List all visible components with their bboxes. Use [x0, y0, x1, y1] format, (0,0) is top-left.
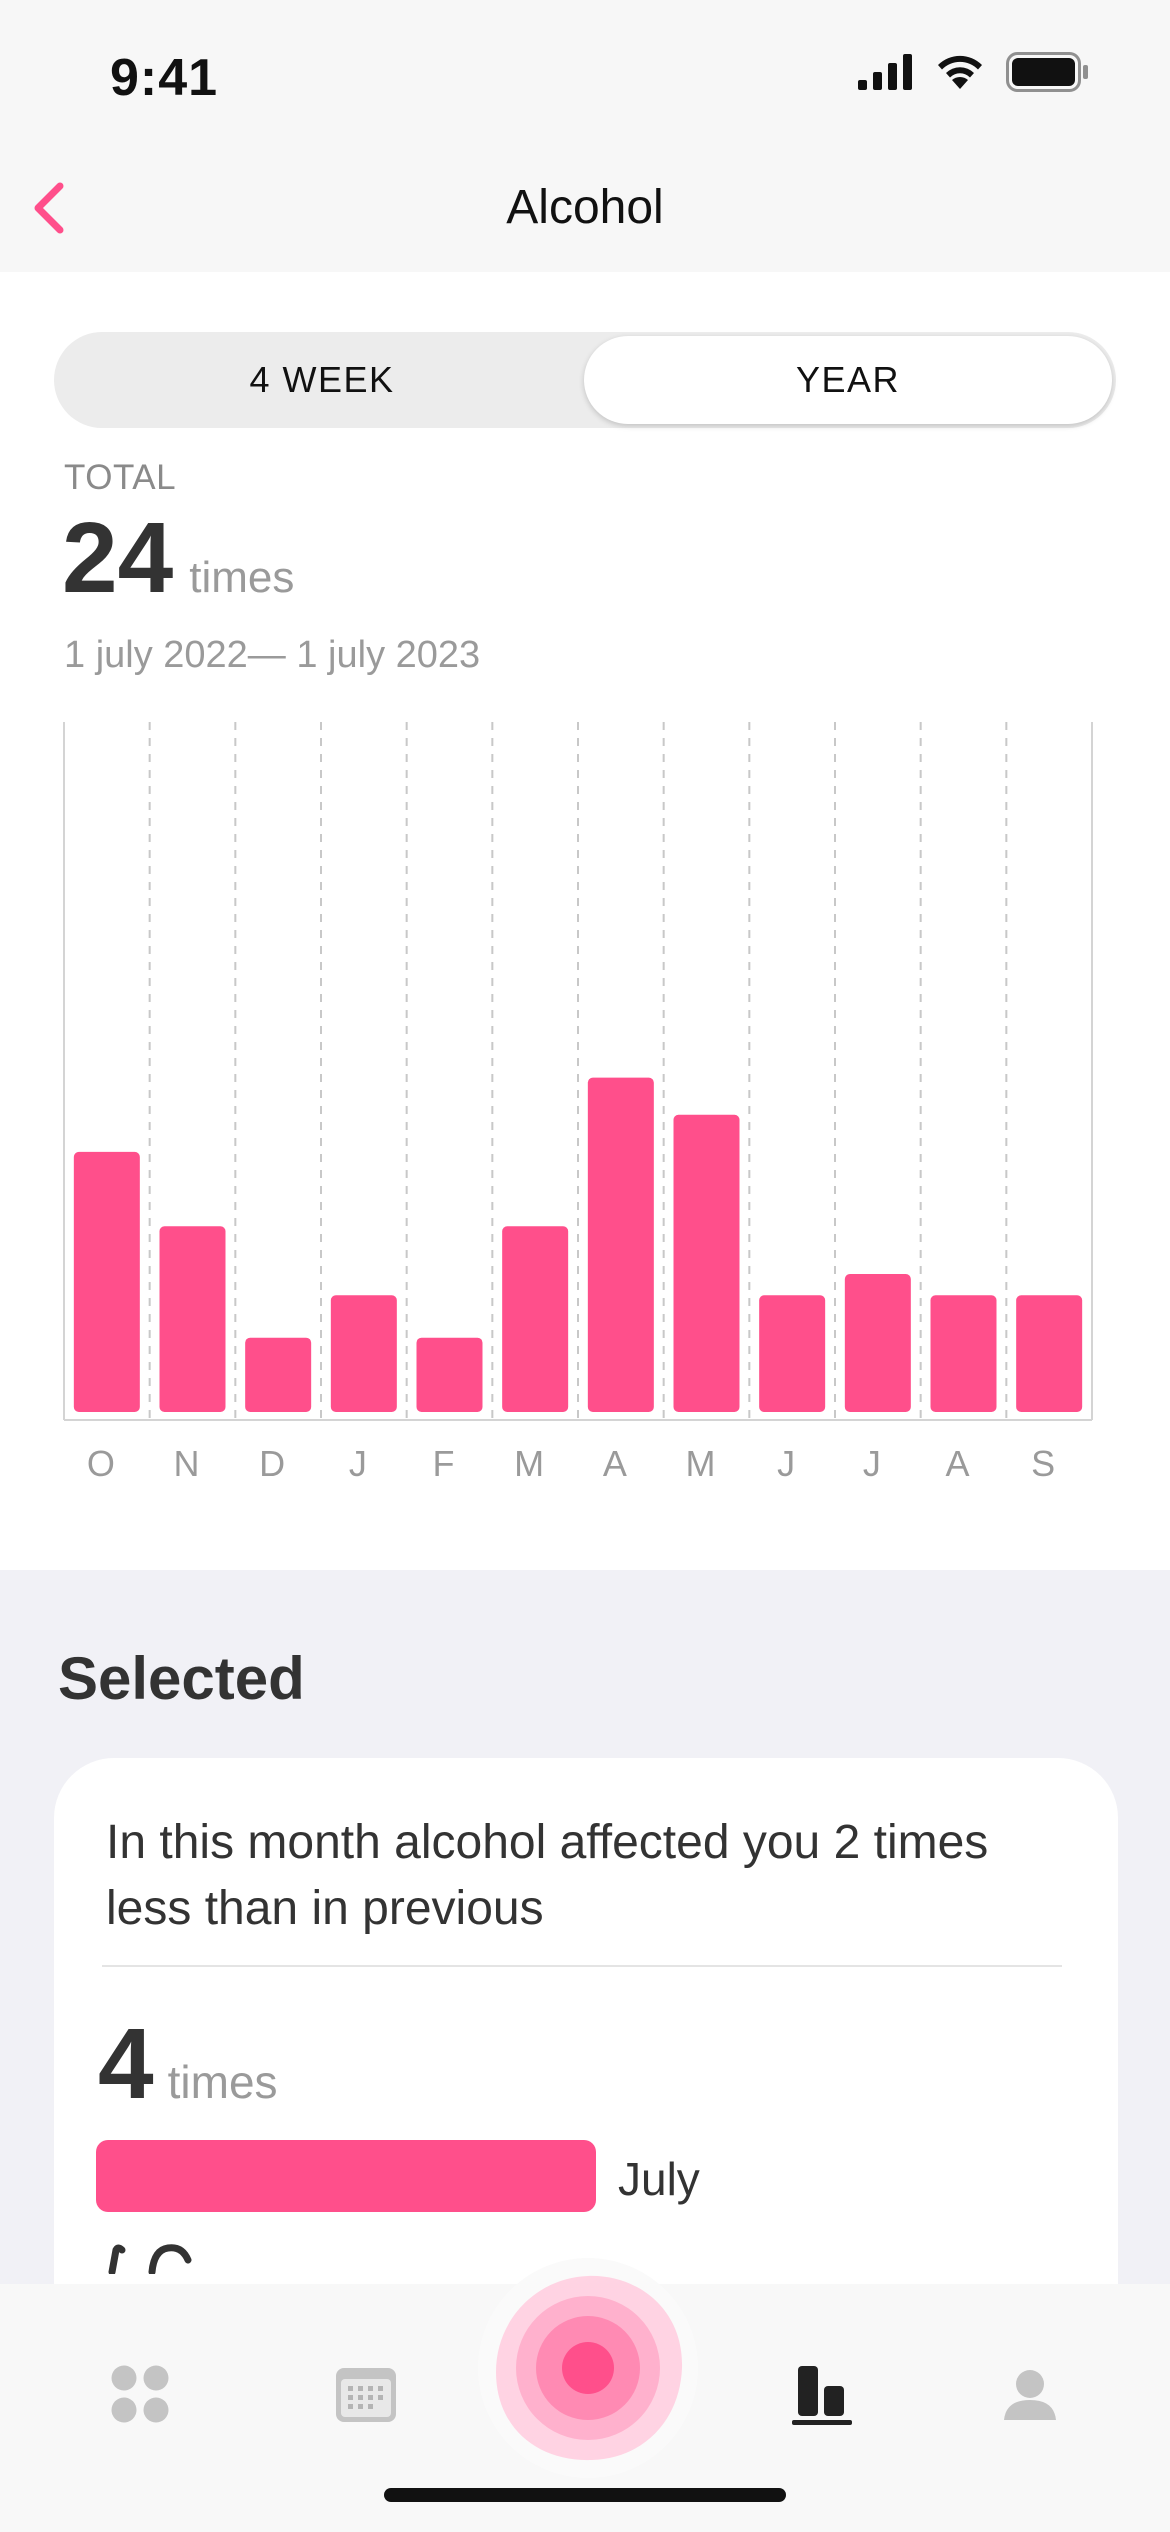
selected-value: 4: [98, 2008, 154, 2120]
status-time: 9:41: [110, 49, 219, 107]
segment-4-week[interactable]: 4 WEEK: [58, 336, 586, 424]
tab-dashboard[interactable]: [90, 2344, 190, 2444]
selected-heading: Selected: [58, 1645, 305, 1712]
battery-icon: [1006, 52, 1088, 92]
chart-x-tick-label: F: [433, 1443, 455, 1484]
profile-icon: [1004, 2370, 1056, 2420]
total-value: 24: [62, 502, 174, 614]
selected-month-label: July: [618, 2153, 700, 2205]
segment-year[interactable]: YEAR: [584, 336, 1112, 424]
tab-bar: [0, 2258, 1170, 2532]
selected-value-row: 4 times: [98, 2014, 278, 2114]
chart-x-tick-label: M: [686, 1443, 716, 1484]
chart-x-tick-label: A: [603, 1443, 627, 1484]
chart-x-tick-label: M: [514, 1443, 544, 1484]
wifi-icon: [938, 55, 982, 89]
page-title: Alcohol: [506, 181, 664, 234]
total-label: TOTAL: [64, 458, 177, 497]
tab-statistics[interactable]: [772, 2344, 872, 2444]
home-indicator: [384, 2488, 786, 2502]
date-range: 1 july 2022— 1 july 2023: [64, 634, 481, 676]
chart-x-tick-label: S: [1031, 1443, 1055, 1484]
main-content: 4 WEEK YEAR TOTAL 24 times 1 july 2022— …: [0, 272, 1170, 1570]
card-divider: [102, 1965, 1062, 1967]
chart-x-tick-label: O: [87, 1443, 115, 1484]
calendar-icon: [336, 2368, 396, 2422]
chart-bar: [844, 1274, 911, 1412]
comparison-message: In this month alcohol affected you 2 tim…: [106, 1816, 989, 1935]
total-unit: times: [189, 553, 295, 602]
nav-header: Alcohol: [0, 150, 1170, 272]
statistics-icon: [792, 2366, 852, 2425]
chart-bar: [1016, 1295, 1083, 1412]
chart-bar: [330, 1295, 397, 1412]
chart-x-tick-label: J: [863, 1443, 881, 1484]
chart-x-tick-label: N: [174, 1443, 200, 1484]
chart-bar: [759, 1295, 826, 1412]
chart-bar: [673, 1114, 740, 1412]
chart-bar: [245, 1337, 312, 1412]
signal-icon: [858, 54, 912, 90]
record-button-icon: [496, 2275, 683, 2461]
selected-unit: times: [167, 2056, 278, 2108]
status-bar: 9:41: [0, 0, 1170, 150]
chart-x-tick-label: D: [259, 1443, 285, 1484]
chart-bar: [930, 1295, 997, 1412]
next-row-peek: [108, 2244, 192, 2274]
chart-bar: [416, 1337, 483, 1412]
chart-bar: [73, 1151, 140, 1412]
selected-month-bar: [96, 2140, 596, 2212]
dashboard-icon: [111, 2365, 169, 2423]
total-row: 24 times: [62, 508, 294, 608]
chart-x-tick-label: A: [945, 1443, 969, 1484]
chart-bar: [502, 1226, 569, 1412]
chart-x-tick-label: J: [349, 1443, 367, 1484]
chart-bar: [587, 1077, 654, 1412]
chart-bar: [159, 1226, 226, 1412]
chart-x-tick-label: J: [777, 1443, 795, 1484]
record-button[interactable]: [478, 2258, 698, 2478]
period-segmented-control: 4 WEEK YEAR: [54, 332, 1116, 428]
status-icons: [858, 52, 1090, 92]
tab-calendar[interactable]: [316, 2344, 416, 2444]
tab-profile[interactable]: [980, 2344, 1080, 2444]
yearly-bar-chart: ONDJFMAMJJAS: [63, 722, 1093, 1484]
